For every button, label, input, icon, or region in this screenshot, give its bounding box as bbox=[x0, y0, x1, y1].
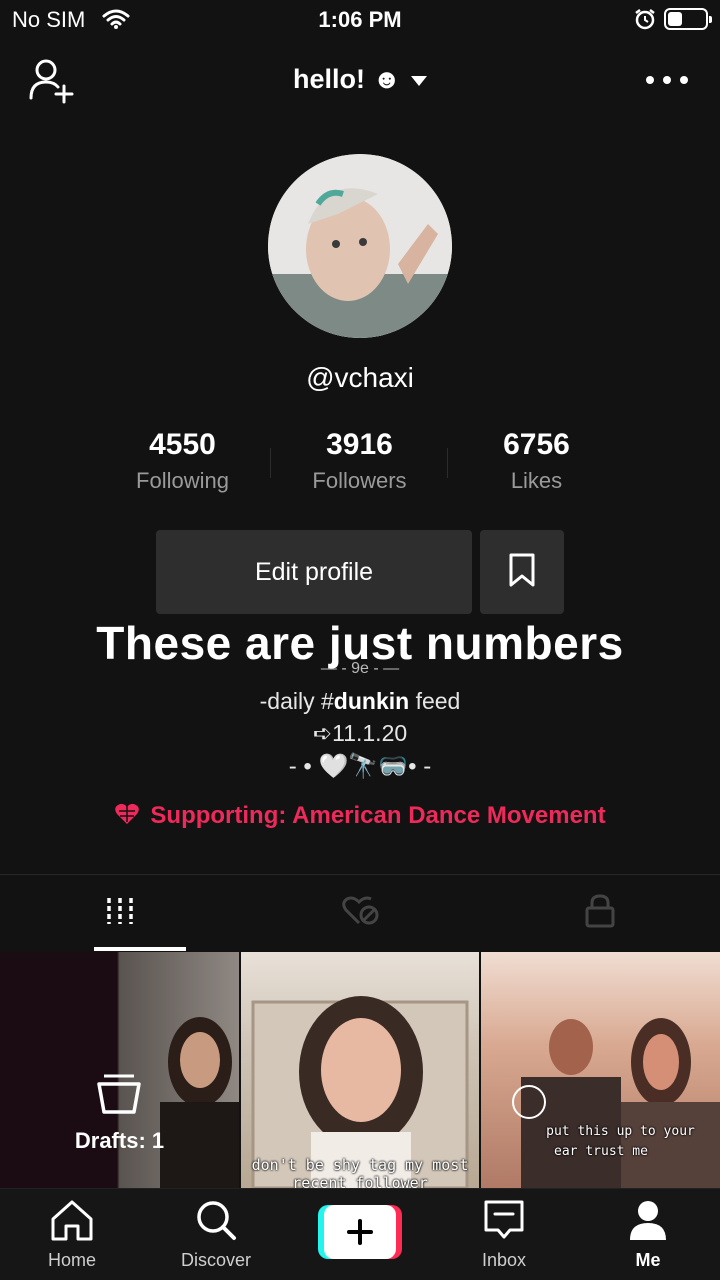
account-switcher[interactable]: hello! ☻ bbox=[0, 64, 720, 95]
video-thumbnail[interactable]: don't be shy tag my most recent follower bbox=[241, 952, 479, 1188]
drafts-tile[interactable]: Drafts: 1 bbox=[0, 952, 239, 1188]
profile-stats: 4550 Following 3916 Followers 6756 Likes bbox=[94, 428, 626, 500]
bio-hashtag[interactable]: dunkin bbox=[334, 688, 409, 714]
inbox-icon bbox=[483, 1200, 525, 1245]
bio-line: -daily #dunkin feed bbox=[0, 688, 720, 715]
bookmark-icon bbox=[507, 552, 537, 593]
nav-home[interactable]: Home bbox=[0, 1199, 144, 1271]
tab-liked[interactable] bbox=[240, 875, 480, 951]
battery-level bbox=[668, 12, 682, 26]
stat-label: Following bbox=[136, 468, 229, 493]
nav-inbox[interactable]: Inbox bbox=[432, 1199, 576, 1271]
profile-icon bbox=[628, 1201, 668, 1245]
grid-icon bbox=[105, 896, 135, 931]
bottom-nav: Home Discover Inbox Me bbox=[0, 1188, 720, 1280]
plus-icon bbox=[324, 1205, 396, 1259]
alarm-icon bbox=[634, 8, 656, 35]
nav-label: Me bbox=[635, 1250, 661, 1270]
stat-value: 3916 bbox=[326, 428, 393, 461]
edit-profile-button[interactable]: Edit profile bbox=[156, 530, 472, 614]
profile-header: hello! ☻ bbox=[0, 50, 720, 110]
nav-discover[interactable]: Discover bbox=[144, 1199, 288, 1271]
nav-label: Home bbox=[47, 1250, 96, 1270]
stat-value: 6756 bbox=[503, 428, 570, 461]
video-caption: don't be shy tag my most recent follower bbox=[251, 1156, 469, 1188]
stat-following[interactable]: 4550 Following bbox=[94, 428, 271, 500]
stat-label: Followers bbox=[312, 468, 407, 493]
battery-icon bbox=[664, 8, 712, 30]
bio-line: - • 🤍🔭🥽• - bbox=[288, 753, 432, 780]
bio-text: -daily # bbox=[259, 688, 334, 714]
username: @vchaxi bbox=[306, 362, 414, 393]
status-bar: No SIM 1:06 PM bbox=[0, 0, 720, 40]
liked-hidden-icon bbox=[341, 895, 379, 932]
active-tab-indicator bbox=[94, 947, 186, 951]
bio-line: ➪11.1.20 bbox=[312, 720, 408, 746]
video-caption: put this up to your bbox=[546, 1124, 695, 1139]
more-options-icon[interactable] bbox=[644, 68, 690, 92]
create-button[interactable] bbox=[318, 1205, 402, 1259]
search-icon bbox=[194, 1201, 238, 1245]
tab-private[interactable] bbox=[480, 875, 720, 951]
stat-followers[interactable]: 3916 Followers bbox=[271, 428, 448, 500]
drafts-label: Drafts: 1 bbox=[74, 1128, 165, 1153]
lock-icon bbox=[584, 893, 616, 934]
video-thumbnail[interactable]: put this up to your ear trust me bbox=[481, 952, 720, 1188]
drafts-icon bbox=[96, 1072, 142, 1121]
chevron-down-icon bbox=[410, 75, 427, 86]
supporting-nonprofit-link[interactable]: Supporting: American Dance Movement bbox=[0, 802, 720, 833]
nav-me[interactable]: Me bbox=[576, 1199, 720, 1271]
home-icon bbox=[49, 1200, 95, 1245]
nav-label: Discover bbox=[180, 1250, 251, 1270]
video-caption: ear trust me bbox=[554, 1144, 648, 1159]
globe-heart-icon bbox=[114, 802, 140, 833]
stat-value: 4550 bbox=[149, 428, 216, 461]
stat-label: Likes bbox=[510, 468, 563, 493]
stat-likes[interactable]: 6756 Likes bbox=[448, 428, 625, 500]
video-overlay-caption: These are just numbers bbox=[96, 617, 624, 669]
profile-tabs bbox=[0, 874, 720, 951]
supporting-text: Supporting: American Dance Movement bbox=[150, 802, 606, 829]
clock: 1:06 PM bbox=[318, 7, 402, 32]
tab-videos[interactable] bbox=[0, 875, 240, 951]
bio-text: feed bbox=[409, 688, 461, 714]
account-name: hello! ☻ bbox=[293, 64, 401, 94]
nav-label: Inbox bbox=[481, 1250, 527, 1270]
favorites-button[interactable] bbox=[480, 530, 564, 614]
video-grid: Drafts: 1 don't be shy tag my most recen… bbox=[0, 952, 720, 1188]
avatar[interactable] bbox=[268, 154, 452, 338]
